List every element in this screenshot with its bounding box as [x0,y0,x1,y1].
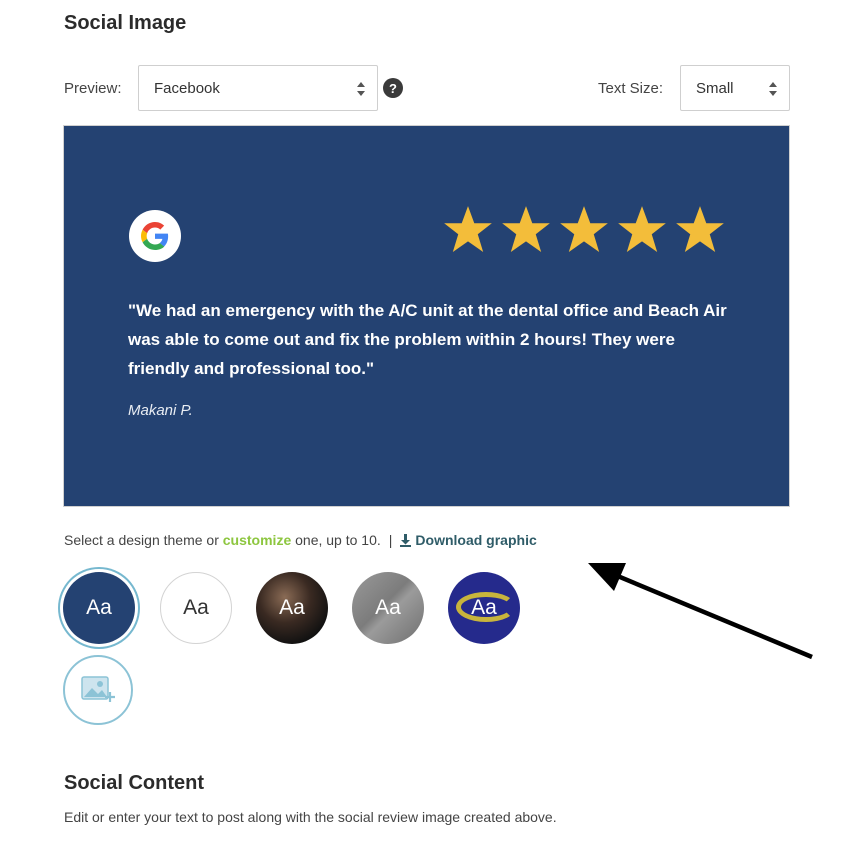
star-icon [502,206,550,253]
customize-link[interactable]: customize [223,532,291,548]
theme-instructions: Select a design theme or customize one, … [64,532,537,548]
theme-option-white[interactable]: Aa [160,572,232,644]
theme-option-gray[interactable]: Aa [352,572,424,644]
theme-option-navy[interactable]: Aa [63,572,135,644]
theme-option-logo[interactable]: Aa [448,572,520,644]
theme-label: Aa [86,596,112,619]
text-size-select[interactable]: Small [680,65,790,111]
star-icon [676,206,724,253]
select-arrows-icon [357,80,365,98]
text-size-label: Text Size: [598,80,664,97]
google-icon [129,210,181,262]
theme-text-before: Select a design theme or [64,532,223,548]
download-icon [400,534,412,547]
theme-option-photo[interactable]: Aa [256,572,328,644]
select-arrows-icon [769,80,777,98]
social-content-title: Social Content [64,772,205,794]
annotation-arrow [588,563,813,660]
review-author: Makani P. [128,402,193,419]
download-graphic-link[interactable]: Download graphic [400,532,537,548]
text-size-select-value: Small [696,79,734,97]
add-image-theme-button[interactable] [63,655,133,725]
theme-label: Aa [279,596,305,619]
image-add-icon [81,676,115,702]
review-quote: "We had an emergency with the A/C unit a… [128,301,727,378]
social-content-description: Edit or enter your text to post along wi… [64,809,557,825]
star-icon [618,206,666,253]
theme-label: Aa [375,596,401,619]
theme-text-after: one, up to 10. [291,532,381,548]
help-icon[interactable]: ? [383,78,403,98]
social-image-title: Social Image [64,12,187,34]
download-label: Download graphic [415,532,537,548]
preview-select[interactable]: Facebook [138,65,378,111]
theme-label: Aa [471,596,497,619]
preview-label: Preview: [64,80,122,97]
separator: | [388,532,393,548]
star-icon [444,206,492,253]
theme-label: Aa [183,596,209,619]
star-rating [442,206,726,256]
star-icon [560,206,608,253]
social-image-preview: "We had an emergency with the A/C unit a… [63,125,790,507]
preview-select-value: Facebook [154,79,220,97]
